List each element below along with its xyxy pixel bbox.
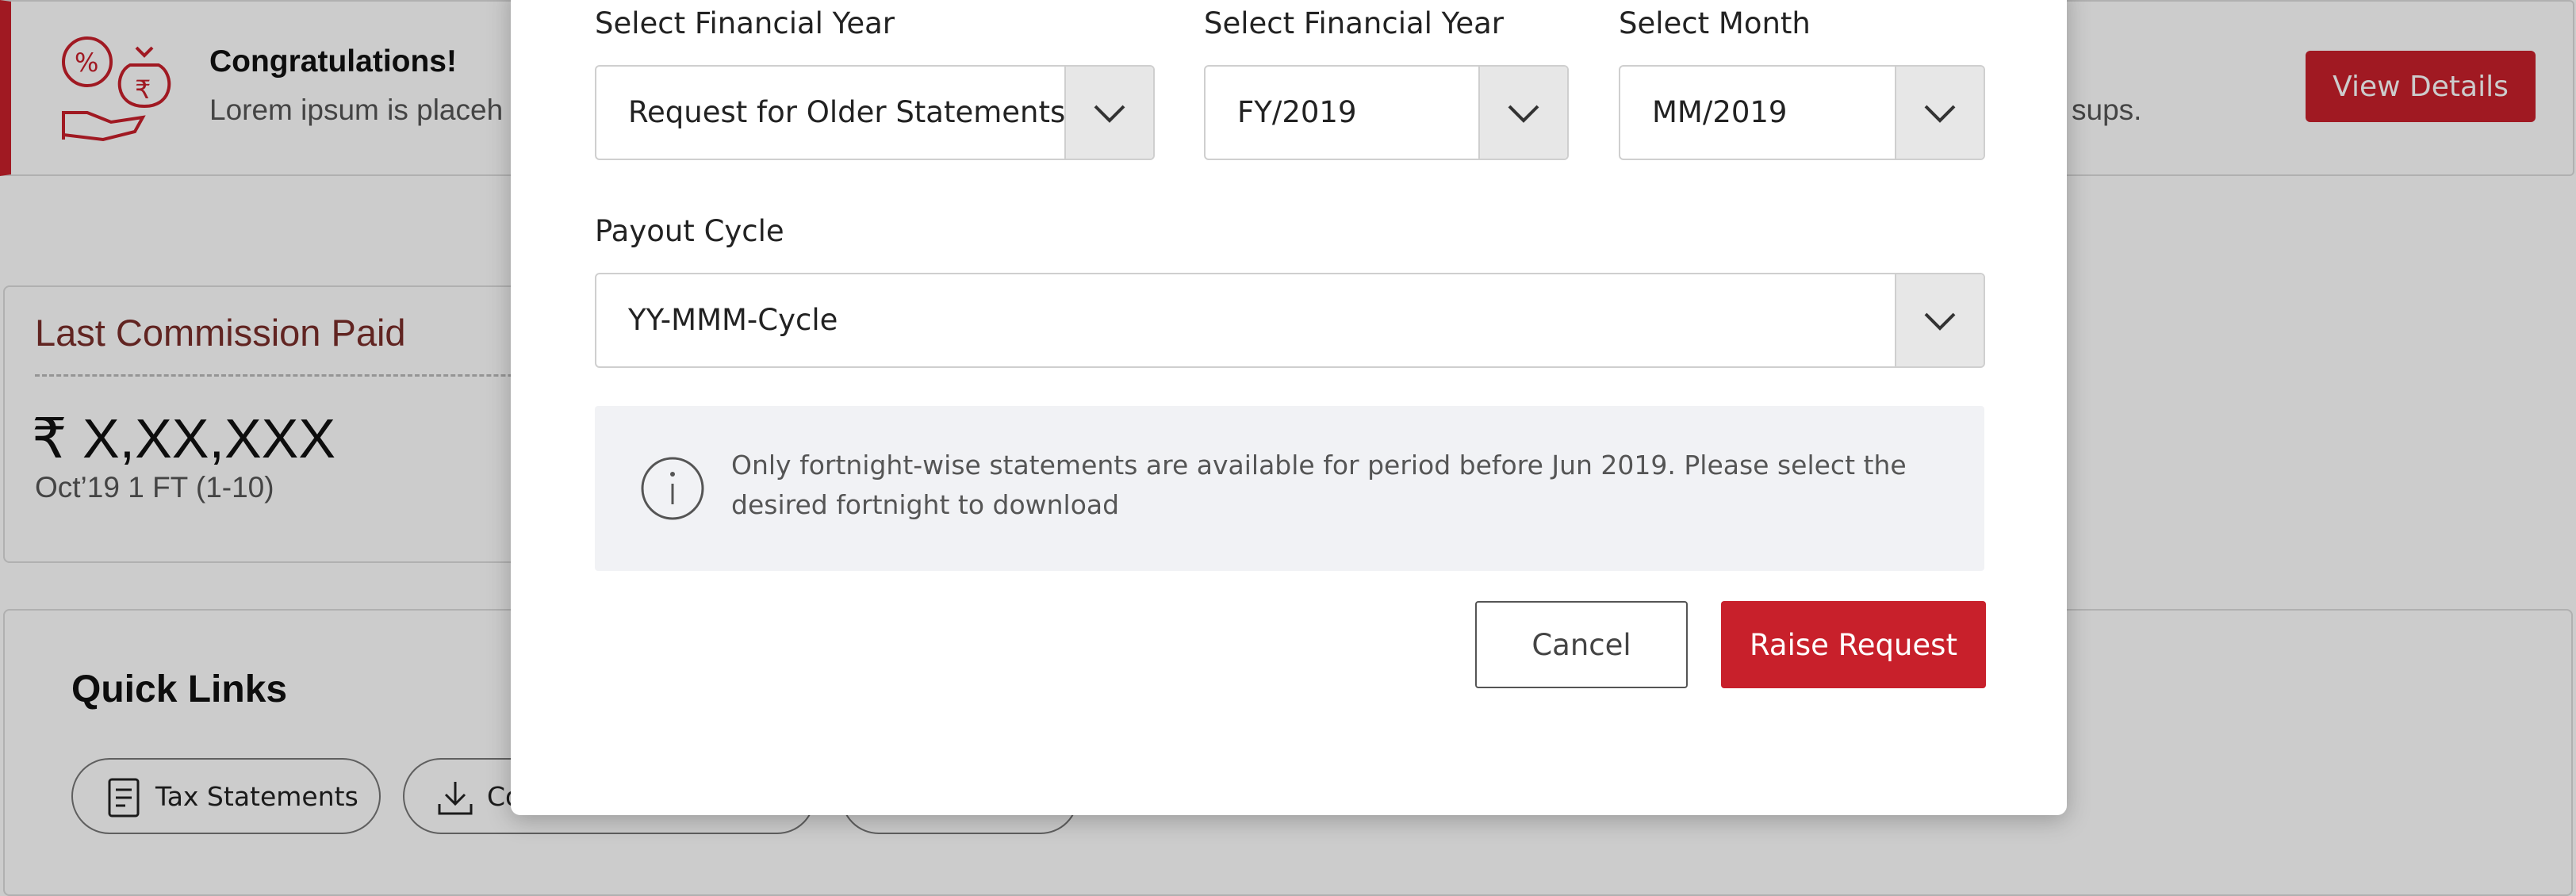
raise-request-button[interactable]: Raise Request bbox=[1721, 601, 1986, 688]
payout-cycle-select[interactable]: YY-MMM-Cycle bbox=[595, 273, 1985, 368]
financial-year-label: Select Financial Year bbox=[1204, 6, 1505, 40]
payout-cycle-label: Payout Cycle bbox=[595, 214, 784, 248]
chevron-down-icon bbox=[1924, 312, 1956, 331]
chevron-down-icon bbox=[1094, 105, 1125, 123]
statement-type-dropdown-toggle[interactable] bbox=[1064, 67, 1153, 159]
info-text: Only fortnight-wise statements are avail… bbox=[731, 450, 1907, 520]
chevron-down-icon bbox=[1924, 105, 1956, 123]
info-notice: Only fortnight-wise statements are avail… bbox=[595, 406, 1984, 571]
statement-type-value: Request for Older Statements bbox=[628, 95, 1066, 129]
info-icon bbox=[641, 457, 704, 520]
month-select[interactable]: MM/2019 bbox=[1619, 65, 1985, 160]
month-value: MM/2019 bbox=[1652, 95, 1788, 129]
cancel-button[interactable]: Cancel bbox=[1475, 601, 1688, 688]
month-label: Select Month bbox=[1619, 6, 1811, 40]
financial-year-value: FY/2019 bbox=[1237, 95, 1357, 129]
statement-type-label: Select Financial Year bbox=[595, 6, 895, 40]
payout-cycle-value: YY-MMM-Cycle bbox=[628, 303, 838, 337]
financial-year-dropdown-toggle[interactable] bbox=[1478, 67, 1567, 159]
financial-year-select[interactable]: FY/2019 bbox=[1204, 65, 1569, 160]
request-statements-modal: Select Financial Year Request for Older … bbox=[511, 0, 2067, 815]
month-dropdown-toggle[interactable] bbox=[1895, 67, 1984, 159]
payout-cycle-dropdown-toggle[interactable] bbox=[1895, 274, 1984, 366]
chevron-down-icon bbox=[1508, 105, 1539, 123]
statement-type-select[interactable]: Request for Older Statements bbox=[595, 65, 1155, 160]
